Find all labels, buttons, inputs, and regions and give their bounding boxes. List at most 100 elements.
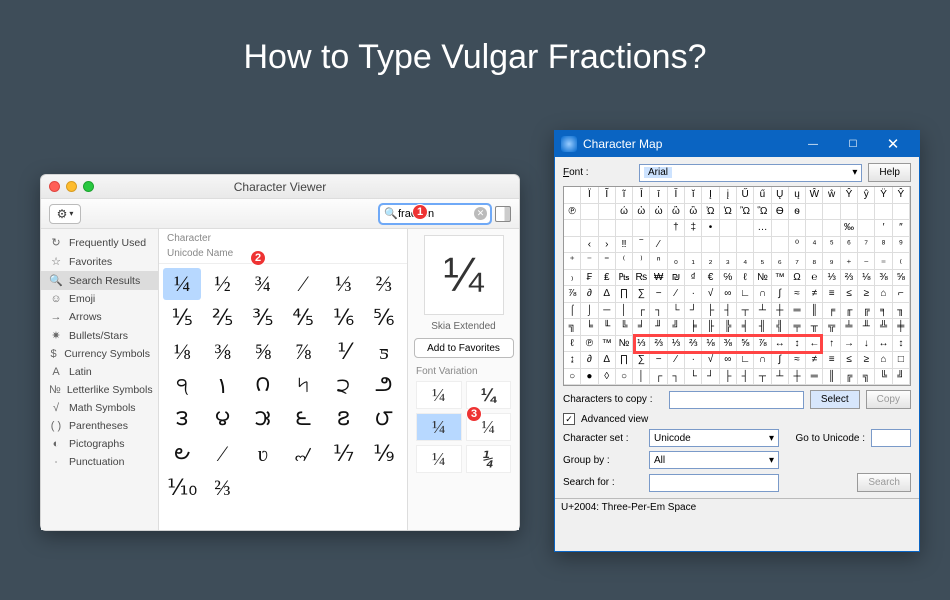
character-cell[interactable]: ౪ — [203, 404, 241, 436]
win-character-cell[interactable]: Ї — [581, 187, 598, 204]
character-cell[interactable] — [365, 472, 403, 504]
win-character-cell[interactable]: Ѳ — [772, 204, 789, 221]
win-character-cell[interactable]: ═ — [806, 369, 823, 386]
win-character-cell[interactable]: ↔ — [772, 336, 789, 353]
win-character-cell[interactable]: ĭ — [685, 187, 702, 204]
character-cell[interactable]: ⅛ — [163, 336, 201, 368]
win-character-cell[interactable] — [616, 220, 633, 237]
win-character-cell[interactable]: ī — [650, 187, 667, 204]
clear-search-icon[interactable]: ✕ — [474, 207, 487, 220]
win-character-cell[interactable]: ℮ — [806, 270, 823, 287]
character-cell[interactable]: ⅗ — [244, 302, 282, 334]
win-character-cell[interactable]: Ŵ — [806, 187, 823, 204]
win-character-cell[interactable]: № — [616, 336, 633, 353]
win-character-cell[interactable]: ⅞ — [754, 336, 771, 353]
win-character-cell[interactable]: ╞ — [685, 319, 702, 336]
win-character-cell[interactable]: − — [650, 286, 667, 303]
sidebar-item[interactable]: ◐Pictographs — [41, 435, 158, 453]
character-cell[interactable]: ⅐ — [324, 438, 362, 470]
win-character-cell[interactable]: ‰ — [841, 220, 858, 237]
win-character-cell[interactable]: ∙ — [685, 352, 702, 369]
win-character-cell[interactable]: ∏ — [616, 286, 633, 303]
win-character-cell[interactable]: ⁶ — [841, 237, 858, 254]
win-character-cell[interactable]: ┤ — [737, 369, 754, 386]
character-cell[interactable]: ౿ — [163, 438, 201, 470]
character-cell[interactable]: ౭ — [324, 404, 362, 436]
win-character-cell[interactable]: ║ — [806, 303, 823, 320]
win-character-cell[interactable]: ∩ — [754, 286, 771, 303]
win-character-cell[interactable]: Ī — [633, 187, 650, 204]
win-character-cell[interactable]: ↑ — [823, 336, 840, 353]
win-character-cell[interactable]: ‼ — [616, 237, 633, 254]
win-character-cell[interactable]: ⅓ — [823, 270, 840, 287]
win-character-cell[interactable] — [720, 237, 737, 254]
win-character-cell[interactable] — [806, 220, 823, 237]
copy-button[interactable]: Copy — [866, 390, 911, 409]
sidebar-item[interactable]: →Arrows — [41, 308, 158, 326]
sidebar-item[interactable]: №Letterlike Symbols — [41, 381, 158, 399]
win-character-cell[interactable]: ₂ — [702, 253, 719, 270]
win-character-cell[interactable]: ₄ — [737, 253, 754, 270]
win-character-cell[interactable]: ╧ — [841, 319, 858, 336]
win-character-cell[interactable]: ∫ — [772, 352, 789, 369]
win-character-cell[interactable]: ╚ — [875, 369, 892, 386]
win-character-cell[interactable] — [650, 220, 667, 237]
character-cell[interactable]: ੨ — [324, 370, 362, 402]
win-character-cell[interactable]: ↔ — [875, 336, 892, 353]
character-cell[interactable]: ƽ — [365, 336, 403, 368]
sidebar-item[interactable]: √Math Symbols — [41, 399, 158, 417]
win-character-cell[interactable]: − — [650, 352, 667, 369]
win-character-cell[interactable]: ″ — [893, 220, 910, 237]
win-character-cell[interactable]: ┼ — [772, 303, 789, 320]
win-character-cell[interactable]: ╚ — [616, 319, 633, 336]
win-character-cell[interactable]: Ű — [737, 187, 754, 204]
win-character-cell[interactable] — [823, 204, 840, 221]
win-character-cell[interactable]: ⁿ — [650, 253, 667, 270]
win-character-cell[interactable]: ⅓ — [633, 336, 650, 353]
win-character-cell[interactable]: ∫ — [772, 286, 789, 303]
win-character-cell[interactable]: ∕ — [668, 352, 685, 369]
chars-to-copy-input[interactable] — [669, 391, 804, 409]
character-cell[interactable]: ⅝ — [244, 336, 282, 368]
win-character-cell[interactable]: Ĩ — [599, 187, 616, 204]
win-character-cell[interactable]: ≡ — [823, 286, 840, 303]
win-character-cell[interactable]: ‹ — [581, 237, 598, 254]
win-character-cell[interactable] — [789, 220, 806, 237]
win-character-cell[interactable]: ₉ — [823, 253, 840, 270]
win-character-cell[interactable]: Ŷ — [893, 187, 910, 204]
win-character-cell[interactable]: ⅜ — [875, 270, 892, 287]
win-character-cell[interactable]: ╖ — [893, 303, 910, 320]
win-character-cell[interactable]: ⁾ — [633, 253, 650, 270]
win-character-cell[interactable]: ₌ — [875, 253, 892, 270]
win-character-cell[interactable] — [737, 237, 754, 254]
win-character-cell[interactable] — [685, 237, 702, 254]
win-character-cell[interactable]: ╓ — [841, 303, 858, 320]
win-character-cell[interactable]: └ — [668, 303, 685, 320]
win-character-cell[interactable]: ŵ — [823, 187, 840, 204]
win-character-cell[interactable]: ⅛ — [858, 270, 875, 287]
win-character-cell[interactable]: ∑ — [633, 352, 650, 369]
win-character-cell[interactable]: ○ — [564, 369, 581, 386]
win-character-cell[interactable]: ↨ — [564, 352, 581, 369]
win-character-cell[interactable]: ≥ — [858, 286, 875, 303]
win-character-cell[interactable]: ╗ — [858, 369, 875, 386]
character-cell[interactable]: ⁄ — [203, 438, 241, 470]
win-character-cell[interactable] — [599, 220, 616, 237]
win-character-cell[interactable]: ώ — [616, 204, 633, 221]
win-character-cell[interactable]: ⅓ — [668, 336, 685, 353]
win-character-cell[interactable]: ℅ — [720, 270, 737, 287]
win-character-cell[interactable] — [633, 220, 650, 237]
character-cell[interactable]: ⅔ — [203, 472, 241, 504]
win-character-cell[interactable]: ™ — [772, 270, 789, 287]
charset-select[interactable]: Unicode▾ — [649, 429, 779, 447]
maximize-button[interactable]: ☐ — [833, 132, 873, 156]
win-character-cell[interactable]: ├ — [720, 369, 737, 386]
search-button[interactable]: Search — [857, 473, 911, 492]
win-character-cell[interactable]: Ŷ — [841, 187, 858, 204]
win-character-cell[interactable]: ├ — [702, 303, 719, 320]
win-character-cell[interactable]: ₍ — [893, 253, 910, 270]
win-character-cell[interactable]: ⅔ — [685, 336, 702, 353]
win-character-cell[interactable]: ┴ — [754, 303, 771, 320]
character-cell[interactable]: ⅞ — [284, 336, 322, 368]
close-button[interactable]: ✕ — [873, 132, 913, 156]
